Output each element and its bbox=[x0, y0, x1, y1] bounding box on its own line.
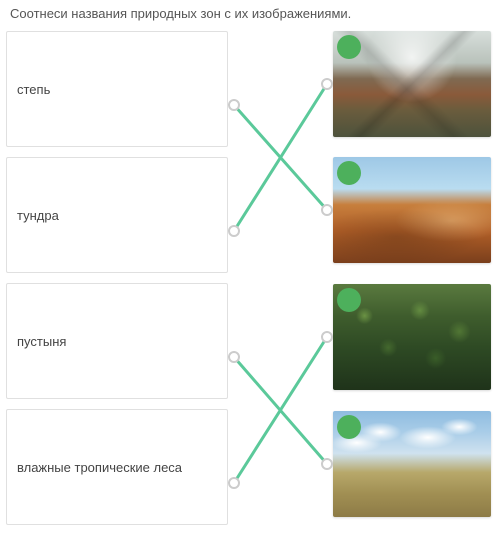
connection-line bbox=[234, 105, 327, 210]
left-card-3[interactable]: влажные тропические леса bbox=[6, 409, 228, 525]
right-card-3[interactable] bbox=[333, 411, 491, 517]
connection-line bbox=[234, 84, 327, 231]
left-label: тундра bbox=[17, 208, 59, 223]
right-dot-1[interactable] bbox=[321, 204, 333, 216]
right-card-0[interactable] bbox=[333, 31, 491, 137]
right-dot-2[interactable] bbox=[321, 331, 333, 343]
right-card-1[interactable] bbox=[333, 157, 491, 263]
left-card-0[interactable]: степь bbox=[6, 31, 228, 147]
matching-board: степь тундра пустыня влажные тропические… bbox=[0, 31, 500, 537]
left-dot-0[interactable] bbox=[228, 99, 240, 111]
right-dot-0[interactable] bbox=[321, 78, 333, 90]
left-dot-1[interactable] bbox=[228, 225, 240, 237]
right-dot-3[interactable] bbox=[321, 458, 333, 470]
badge-icon bbox=[337, 35, 361, 59]
left-label: пустыня bbox=[17, 334, 66, 349]
badge-icon bbox=[337, 288, 361, 312]
connection-line bbox=[234, 337, 327, 483]
left-dot-3[interactable] bbox=[228, 477, 240, 489]
connection-line bbox=[234, 357, 327, 464]
left-card-2[interactable]: пустыня bbox=[6, 283, 228, 399]
left-label: влажные тропические леса bbox=[17, 460, 182, 475]
question-text: Соотнеси названия природных зон с их изо… bbox=[0, 0, 500, 31]
left-label: степь bbox=[17, 82, 50, 97]
badge-icon bbox=[337, 161, 361, 185]
right-card-2[interactable] bbox=[333, 284, 491, 390]
badge-icon bbox=[337, 415, 361, 439]
left-dot-2[interactable] bbox=[228, 351, 240, 363]
left-card-1[interactable]: тундра bbox=[6, 157, 228, 273]
